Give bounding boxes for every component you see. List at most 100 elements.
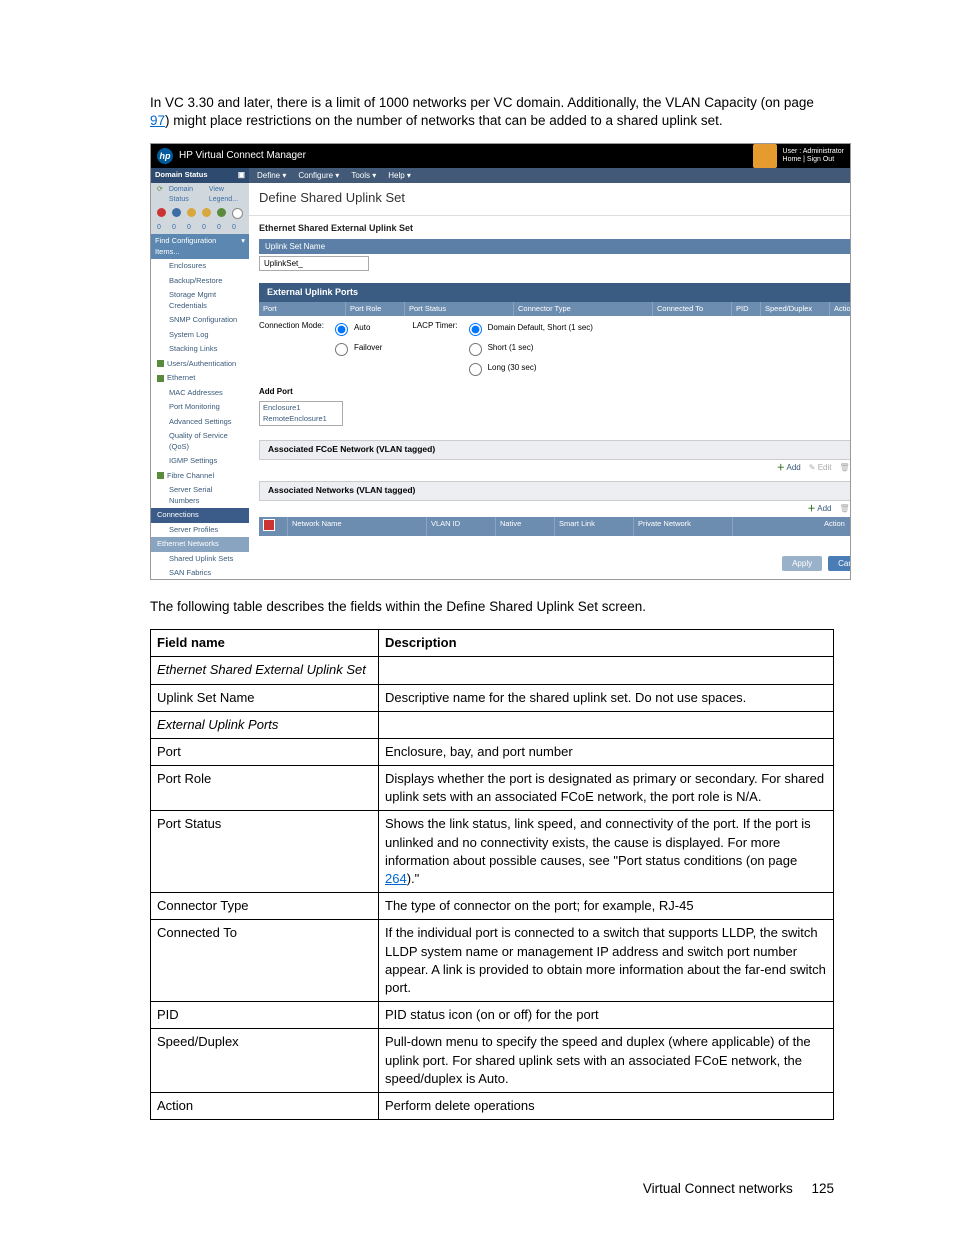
field-name-cell: Uplink Set Name	[151, 684, 379, 711]
sidebar-item[interactable]: System Log	[151, 328, 249, 343]
table-row: External Uplink Ports	[151, 711, 834, 738]
radio-lacp-long[interactable]	[469, 363, 482, 376]
col-connected-to: Connected To	[653, 302, 732, 317]
sidebar-item[interactable]: Backup/Restore	[151, 274, 249, 289]
description-cell: Enclosure, bay, and port number	[379, 738, 834, 765]
menu-define[interactable]: Define ▾	[257, 170, 286, 181]
intro-link[interactable]: 97	[150, 113, 165, 128]
page-link[interactable]: 264	[385, 871, 407, 886]
description-cell	[379, 657, 834, 684]
field-name-cell: Port Status	[151, 811, 379, 893]
sidebar-item-eth-networks[interactable]: Ethernet Networks	[151, 537, 249, 552]
sidebar-link-domain-status[interactable]: Domain Status	[169, 185, 203, 205]
table-row: Port RoleDisplays whether the port is de…	[151, 766, 834, 811]
add-button[interactable]: ＋ Add	[777, 462, 801, 473]
sidebar-item[interactable]: Port Monitoring	[151, 400, 249, 415]
apply-button[interactable]: Apply	[782, 556, 822, 571]
table-row: PIDPID status icon (on or off) for the p…	[151, 1002, 834, 1029]
status-red-icon	[157, 208, 166, 217]
description-cell: If the individual port is connected to a…	[379, 920, 834, 1002]
table-row: Connector TypeThe type of connector on t…	[151, 893, 834, 920]
sidebar-item[interactable]: Enclosures	[151, 259, 249, 274]
find-config-input[interactable]: Find Configuration Items... ▾	[151, 234, 249, 259]
footer-page-number: 125	[811, 1181, 834, 1196]
uplink-set-name-input[interactable]: UplinkSet_	[259, 256, 369, 271]
connection-mode-label: Connection Mode:	[259, 320, 324, 331]
description-cell: Displays whether the port is designated …	[379, 766, 834, 811]
collapse-icon[interactable]: ▣	[238, 170, 245, 181]
description-cell: Shows the link status, link speed, and c…	[379, 811, 834, 893]
external-uplink-ports-head: External Uplink Ports	[267, 286, 358, 299]
sidebar-item-usersauth[interactable]: Users/Authentication	[151, 357, 249, 372]
sidebar-item[interactable]: MAC Addresses	[151, 386, 249, 401]
sidebar-item[interactable]: Stacking Links	[151, 342, 249, 357]
checkbox-header	[259, 517, 288, 537]
add-button[interactable]: ＋ Add	[807, 503, 831, 514]
menu-help[interactable]: Help ▾	[388, 170, 411, 181]
sidebar-item[interactable]: Advanced Settings	[151, 415, 249, 430]
field-name-cell: Ethernet Shared External Uplink Set	[151, 657, 379, 684]
description-cell: The type of connector on the port; for e…	[379, 893, 834, 920]
sidebar-header-connections: Connections	[151, 508, 249, 523]
home-icon[interactable]	[753, 144, 777, 168]
list-item[interactable]: RemoteEnclosure1	[261, 414, 341, 425]
sidebar-item[interactable]: SNMP Configuration	[151, 313, 249, 328]
intro-text-2: ) might place restrictions on the number…	[165, 113, 723, 128]
field-name-cell: Connector Type	[151, 893, 379, 920]
user-links[interactable]: Home | Sign Out	[783, 156, 844, 164]
uplink-ports-table-header: Port Port Role Port Status Connector Typ…	[259, 302, 851, 317]
radio-cm-auto[interactable]	[335, 323, 348, 336]
col-action: Action	[820, 517, 851, 537]
field-name-cell: Action	[151, 1092, 379, 1119]
menu-tools[interactable]: Tools ▾	[351, 170, 376, 181]
col-smart-link: Smart Link	[555, 517, 634, 537]
uplink-set-name-label: Uplink Set Name	[259, 239, 851, 254]
sidebar-item[interactable]: Quality of Service (QoS)	[151, 429, 249, 454]
sidebar-item-ethernet[interactable]: Ethernet	[151, 371, 249, 386]
status-count-row: 0 0 0 0 0 0	[151, 221, 249, 234]
sidebar-link-view-legend[interactable]: View Legend...	[209, 185, 243, 205]
sidebar: Domain Status ▣ ⟳ Domain Status View Leg…	[151, 168, 249, 579]
page-title: Define Shared Uplink Set	[259, 189, 405, 207]
radio-lacp-short[interactable]	[469, 343, 482, 356]
field-name-cell: Port Role	[151, 766, 379, 811]
field-name-cell: Port	[151, 738, 379, 765]
radio-lacp-default[interactable]	[469, 323, 482, 336]
app-screenshot: hp HP Virtual Connect Manager User : Adm…	[150, 143, 851, 580]
networks-table-header: Network Name VLAN ID Native Smart Link P…	[259, 517, 851, 537]
sidebar-item[interactable]: Server Profiles	[151, 523, 249, 538]
title-bar: hp HP Virtual Connect Manager User : Adm…	[151, 144, 850, 168]
list-item[interactable]: Enclosure1	[261, 403, 341, 414]
menu-configure[interactable]: Configure ▾	[298, 170, 339, 181]
col-network-name: Network Name	[288, 517, 427, 537]
description-cell: PID status icon (on or off) for the port	[379, 1002, 834, 1029]
col-port-status: Port Status	[405, 302, 514, 317]
sidebar-item[interactable]: Shared Uplink Sets	[151, 552, 249, 567]
table-row: Port StatusShows the link status, link s…	[151, 811, 834, 893]
sidebar-list: Enclosures Backup/Restore Storage Mgmt C…	[151, 259, 249, 579]
delete-button: 🗑 Delete	[839, 503, 851, 514]
add-port-list[interactable]: Enclosure1 RemoteEnclosure1	[259, 401, 343, 426]
sidebar-item[interactable]: Server Serial Numbers	[151, 483, 249, 508]
table-row: PortEnclosure, bay, and port number	[151, 738, 834, 765]
table-row: ActionPerform delete operations	[151, 1092, 834, 1119]
col-action: Action	[830, 302, 851, 317]
table-row: Uplink Set NameDescriptive name for the …	[151, 684, 834, 711]
sidebar-item[interactable]: IGMP Settings	[151, 454, 249, 469]
refresh-icon[interactable]: ⟳	[157, 185, 163, 205]
sidebar-item[interactable]: Storage Mgmt Credentials	[151, 288, 249, 313]
col-native: Native	[496, 517, 555, 537]
cancel-button[interactable]: Cancel	[828, 556, 851, 571]
sidebar-item-fibre[interactable]: Fibre Channel	[151, 469, 249, 484]
sidebar-item[interactable]: SAN Fabrics	[151, 566, 249, 579]
col-vlan-id: VLAN ID	[427, 517, 496, 537]
status-yellow-icon	[187, 208, 196, 217]
description-cell: Perform delete operations	[379, 1092, 834, 1119]
page-footer: Virtual Connect networks 125	[150, 1180, 834, 1199]
fields-table: Field name Description Ethernet Shared E…	[150, 629, 834, 1120]
dropdown-icon[interactable]: ▾	[241, 236, 245, 257]
radio-cm-failover[interactable]	[335, 343, 348, 356]
status-icon-row	[151, 206, 249, 221]
footer-section: Virtual Connect networks	[643, 1181, 793, 1196]
field-name-cell: External Uplink Ports	[151, 711, 379, 738]
